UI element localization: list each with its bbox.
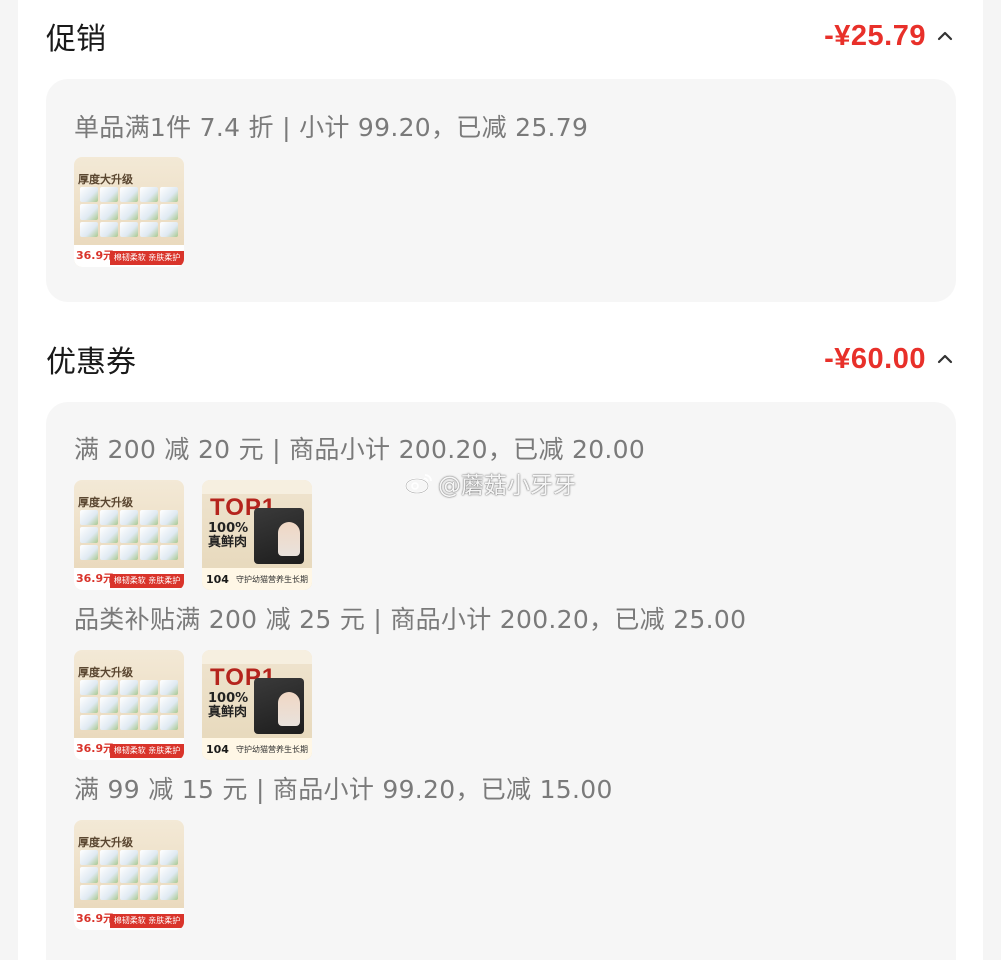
thumb-slogan: 守护幼猫营养生长期 [236, 575, 308, 584]
thumb-price: 36.9元 [76, 912, 115, 925]
coupon-group-items: 厚度大升级 36.9元 棉韧柔软 亲肤柔护 [74, 820, 184, 930]
product-thumbnail-tissue[interactable]: 厚度大升级 36.9元 棉韧柔软 亲肤柔护 [74, 650, 184, 760]
thumb-price: 36.9元 [76, 249, 115, 262]
promotion-items: 厚度大升级 36.9元 棉韧柔软 亲肤柔护 [74, 157, 184, 267]
coupon-group-items: 厚度大升级 36.9元 棉韧柔软 亲肤柔护 TOP1 100% 真鲜肉 104 … [74, 650, 312, 760]
product-thumbnail-tissue[interactable]: 厚度大升级 36.9元 棉韧柔软 亲肤柔护 [74, 157, 184, 267]
coupon-group-items: 厚度大升级 36.9元 棉韧柔软 亲肤柔护 TOP1 100% 真鲜肉 104 … [74, 480, 312, 590]
promotion-collapse-toggle[interactable]: -¥25.79 [824, 20, 956, 53]
promotion-amount: -¥25.79 [824, 19, 926, 52]
product-thumbnail-cat-food[interactable]: TOP1 100% 真鲜肉 104 守护幼猫营养生长期 [202, 480, 312, 590]
thumb-headline: 厚度大升级 [78, 173, 133, 186]
thumb-headline: 厚度大升级 [78, 836, 133, 849]
chevron-up-icon [937, 354, 953, 364]
thumb-price: 104 [206, 573, 229, 586]
product-thumbnail-tissue[interactable]: 厚度大升级 36.9元 棉韧柔软 亲肤柔护 [74, 820, 184, 930]
coupon-rule: 品类补贴满 200 减 25 元 | 商品小计 200.20，已减 25.00 [74, 605, 747, 634]
thumb-tag: 棉韧柔软 亲肤柔护 [110, 574, 184, 588]
thumb-headline: 厚度大升级 [78, 666, 133, 679]
watermark: @蘑菇小牙牙 [404, 466, 576, 500]
food-bag-image [254, 508, 304, 564]
thumb-price: 36.9元 [76, 572, 115, 585]
coupon-header[interactable]: 优惠券 -¥60.00 [46, 329, 956, 389]
thumb-claim: 100% 真鲜肉 [208, 521, 249, 550]
thumb-headline: 厚度大升级 [78, 496, 133, 509]
promotion-title: 促销 [46, 22, 106, 57]
thumb-tag: 棉韧柔软 亲肤柔护 [110, 744, 184, 758]
tissue-pack-image [80, 680, 178, 730]
tissue-pack-image [80, 850, 178, 900]
coupon-title: 优惠券 [46, 345, 136, 380]
thumb-tag: 棉韧柔软 亲肤柔护 [110, 914, 184, 928]
coupon-collapse-toggle[interactable]: -¥60.00 [824, 343, 956, 376]
product-thumbnail-tissue[interactable]: 厚度大升级 36.9元 棉韧柔软 亲肤柔护 [74, 480, 184, 590]
tissue-pack-image [80, 510, 178, 560]
product-thumbnail-cat-food[interactable]: TOP1 100% 真鲜肉 104 守护幼猫营养生长期 [202, 650, 312, 760]
chevron-up-icon [937, 31, 953, 41]
coupon-rule: 满 99 减 15 元 | 商品小计 99.20，已减 15.00 [74, 775, 613, 804]
promotion-card: 单品满1件 7.4 折 | 小计 99.20，已减 25.79 厚度大升级 36… [46, 79, 956, 302]
thumb-price: 36.9元 [76, 742, 115, 755]
tissue-pack-image [80, 187, 178, 237]
thumb-tag: 棉韧柔软 亲肤柔护 [110, 251, 184, 265]
thumb-claim: 100% 真鲜肉 [208, 691, 249, 720]
coupon-amount: -¥60.00 [824, 342, 926, 375]
promotion-header[interactable]: 促销 -¥25.79 [46, 6, 956, 66]
thumb-price: 104 [206, 743, 229, 756]
thumb-slogan: 守护幼猫营养生长期 [236, 745, 308, 754]
weibo-icon [405, 474, 432, 494]
coupon-rule: 满 200 减 20 元 | 商品小计 200.20，已减 20.00 [74, 435, 646, 464]
watermark-text: @蘑菇小牙牙 [438, 473, 576, 499]
promotion-rule: 单品满1件 7.4 折 | 小计 99.20，已减 25.79 [74, 113, 589, 142]
food-bag-image [254, 678, 304, 734]
